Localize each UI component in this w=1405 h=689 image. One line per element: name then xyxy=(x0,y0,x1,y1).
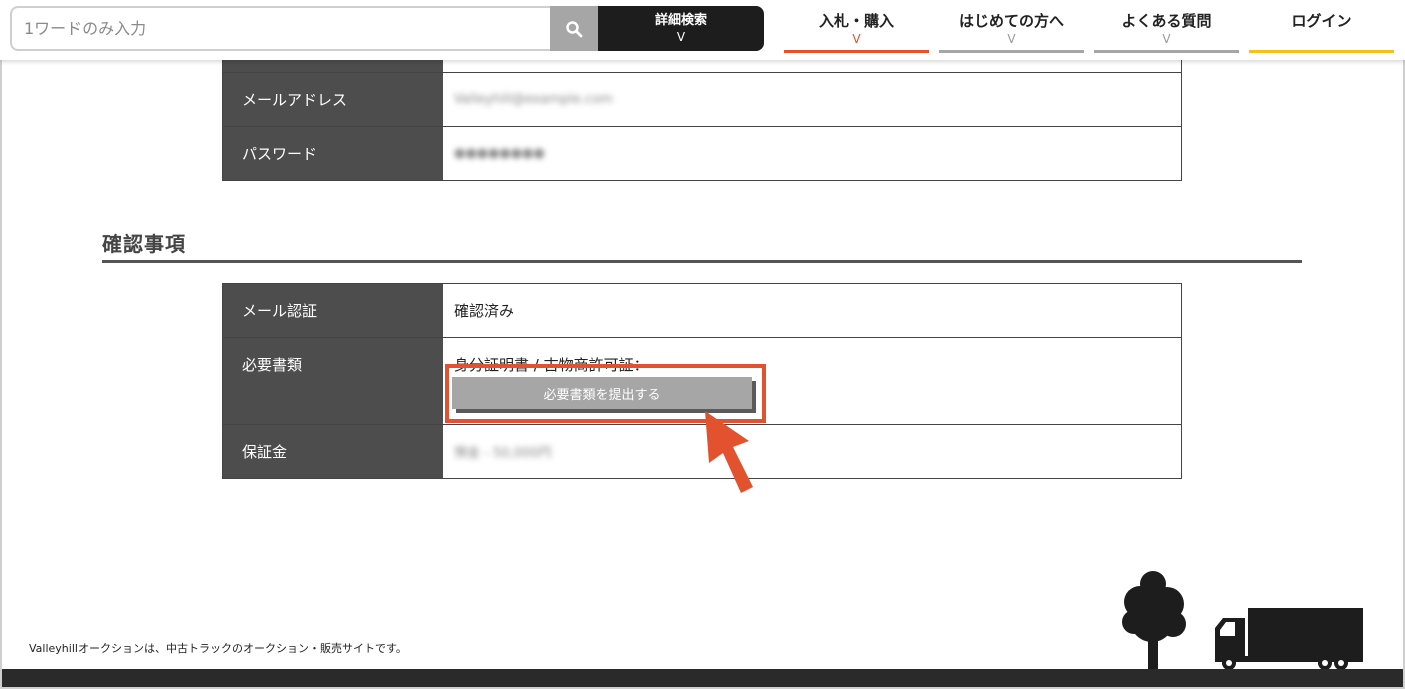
row-label: メール認証 xyxy=(223,284,443,337)
search-input[interactable] xyxy=(24,19,550,38)
chevron-down-icon: V xyxy=(676,29,686,44)
account-info-table: メールアドレス Valleyhill@example.com パスワード ●●●… xyxy=(222,40,1182,181)
row-label: 必要書類 xyxy=(223,338,443,424)
blurred-value: ●●●●●●●● xyxy=(454,146,545,161)
row-value: 預金 - 50,000円 xyxy=(443,425,1182,478)
search-button[interactable] xyxy=(550,6,598,51)
nav-tab-underline xyxy=(939,50,1084,53)
row-label: パスワード xyxy=(223,127,443,180)
nav-tab-login[interactable]: ログイン xyxy=(1249,6,1394,53)
row-value: 確認済み xyxy=(443,284,1182,337)
tree-icon xyxy=(1122,571,1186,672)
chevron-down-icon: V xyxy=(1007,32,1016,46)
blurred-value: 預金 - 50,000円 xyxy=(454,446,552,461)
nav-tab-beginners[interactable]: はじめての方へ V xyxy=(939,6,1084,53)
section-divider xyxy=(102,260,1302,263)
table-row: パスワード ●●●●●●●● xyxy=(223,127,1182,181)
chevron-down-icon: V xyxy=(1162,32,1171,46)
nav-tab-underline xyxy=(1094,50,1239,53)
chevron-down-icon: V xyxy=(852,32,861,46)
search-field[interactable] xyxy=(10,6,550,51)
nav-tab-label: ログイン xyxy=(1291,12,1352,30)
footer-bar xyxy=(0,669,1405,689)
row-label: メールアドレス xyxy=(223,73,443,126)
row-value: Valleyhill@example.com xyxy=(443,73,1182,126)
pointer-arrow-icon xyxy=(705,411,753,493)
row-value: ●●●●●●●● xyxy=(443,127,1182,180)
advanced-search-label: 詳細検索 xyxy=(654,12,707,28)
section-title: 確認事項 xyxy=(102,232,186,256)
truck-icon xyxy=(1215,608,1363,670)
footer-text: Valleyhillオークションは、中古トラックのオークション・販売サイトです。 xyxy=(29,642,407,655)
nav-tab-underline xyxy=(784,50,929,53)
nav-tab-faq[interactable]: よくある質問 V xyxy=(1094,6,1239,53)
nav-tab-bid-buy[interactable]: 入札・購入 V xyxy=(784,6,929,53)
table-row: メールアドレス Valleyhill@example.com xyxy=(223,73,1182,127)
blurred-value: Valleyhill@example.com xyxy=(454,92,613,107)
search-icon xyxy=(566,20,583,37)
nav-tab-label: はじめての方へ xyxy=(958,12,1064,30)
nav-tab-underline xyxy=(1249,50,1394,53)
table-row: メール認証 確認済み xyxy=(223,284,1182,338)
nav-tab-label: 入札・購入 xyxy=(818,12,894,30)
site-header: 詳細検索 V 入札・購入 V はじめての方へ V よくある質問 V ログイン xyxy=(0,0,1405,60)
advanced-search-button[interactable]: 詳細検索 V xyxy=(598,6,764,51)
row-label: 保証金 xyxy=(223,425,443,478)
nav-tab-label: よくある質問 xyxy=(1121,12,1212,30)
